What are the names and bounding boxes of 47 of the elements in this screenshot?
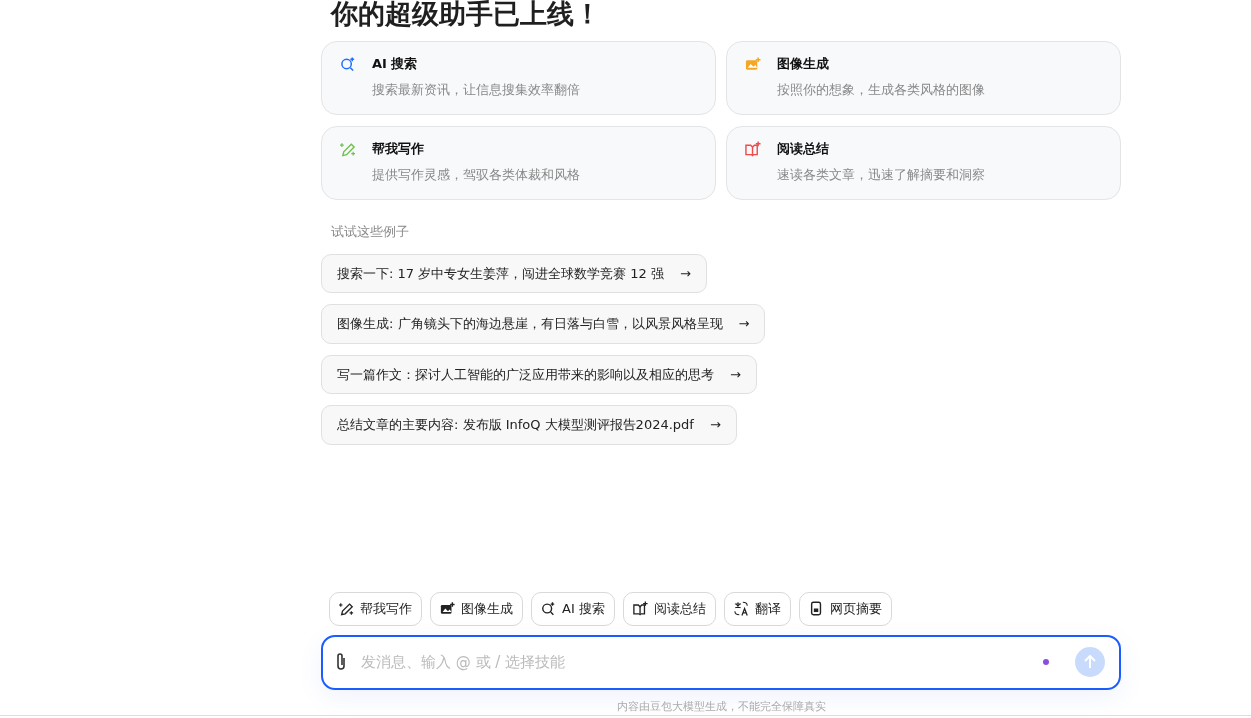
paperclip-icon[interactable] <box>335 652 347 672</box>
feature-description: 按照你的想象，生成各类风格的图像 <box>777 80 985 99</box>
arrow-icon: → <box>738 314 750 334</box>
skill-button[interactable]: 图像生成 <box>430 592 523 626</box>
feature-description: 速读各类文章，迅速了解摘要和洞察 <box>777 165 985 184</box>
pen-icon <box>340 141 356 157</box>
feature-description: 提供写作灵感，驾驭各类体裁和风格 <box>372 165 580 184</box>
prompt-text: 写一篇作文：探讨人工智能的广泛应用带来的影响以及相应的思考 <box>337 365 714 384</box>
prompt-text: 图像生成: 广角镜头下的海边悬崖，有日落与白雪，以风景风格呈现 <box>337 315 723 333</box>
feature-card[interactable]: 帮我写作 提供写作灵感，驾驭各类体裁和风格 <box>321 126 716 200</box>
search-icon <box>340 56 356 72</box>
document-icon <box>808 601 824 617</box>
skill-button[interactable]: 帮我写作 <box>329 592 422 626</box>
status-dot <box>1043 659 1049 665</box>
example-prompt[interactable]: 图像生成: 广角镜头下的海边悬崖，有日落与白雪，以风景风格呈现 → <box>321 304 766 344</box>
book-icon <box>745 141 761 157</box>
page-heading: 你的超级助手已上线！ <box>331 0 602 31</box>
feature-title: 图像生成 <box>777 55 830 73</box>
message-field[interactable]: 发消息、输入 @ 或 / 选择技能 <box>321 634 1121 690</box>
feature-card[interactable]: AI 搜索 搜索最新资讯，让信息搜集效率翻倍 <box>321 41 716 115</box>
arrow-icon: → <box>680 263 691 283</box>
book-icon <box>632 601 648 617</box>
feature-description: 搜索最新资讯，让信息搜集效率翻倍 <box>372 80 580 99</box>
skill-button[interactable]: 阅读总结 <box>622 592 716 626</box>
arrow-icon: → <box>730 364 741 384</box>
examples-label: 试试这些例子 <box>331 223 410 241</box>
picture-icon <box>745 56 761 72</box>
arrow-icon: → <box>709 415 721 435</box>
skill-button[interactable]: AI 搜索 <box>531 592 615 626</box>
example-prompt[interactable]: 搜索一下: 17 岁中专女生姜萍，闯进全球数学竞赛 12 强 → <box>321 253 707 293</box>
pen-icon <box>339 601 354 617</box>
prompt-text: 总结文章的主要内容: 发布版 InfoQ 大模型测评报告2024.pdf <box>337 416 694 434</box>
translate-icon <box>733 601 749 617</box>
feature-card[interactable]: 图像生成 按照你的想象，生成各类风格的图像 <box>726 41 1121 115</box>
feature-title: 阅读总结 <box>777 140 830 158</box>
disclaimer-text: 内容由豆包大模型生成，不能完全保障真实 <box>615 698 827 715</box>
example-prompt[interactable]: 总结文章的主要内容: 发布版 InfoQ 大模型测评报告2024.pdf → <box>321 405 737 445</box>
picture-icon <box>440 601 455 617</box>
skill-button[interactable]: 翻译 <box>723 592 791 626</box>
example-prompt[interactable]: 写一篇作文：探讨人工智能的广泛应用带来的影响以及相应的思考 → <box>321 354 757 394</box>
feature-card[interactable]: 阅读总结 速读各类文章，迅速了解摘要和洞察 <box>726 126 1121 200</box>
skill-button[interactable]: 网页摘要 <box>798 592 892 626</box>
feature-title: AI 搜索 <box>372 55 419 73</box>
search-icon <box>541 601 556 617</box>
prompt-text: 搜索一下: 17 岁中专女生姜萍，闯进全球数学竞赛 12 强 <box>337 264 664 283</box>
up-arrow-icon <box>1084 655 1096 669</box>
feature-title: 帮我写作 <box>372 140 425 158</box>
